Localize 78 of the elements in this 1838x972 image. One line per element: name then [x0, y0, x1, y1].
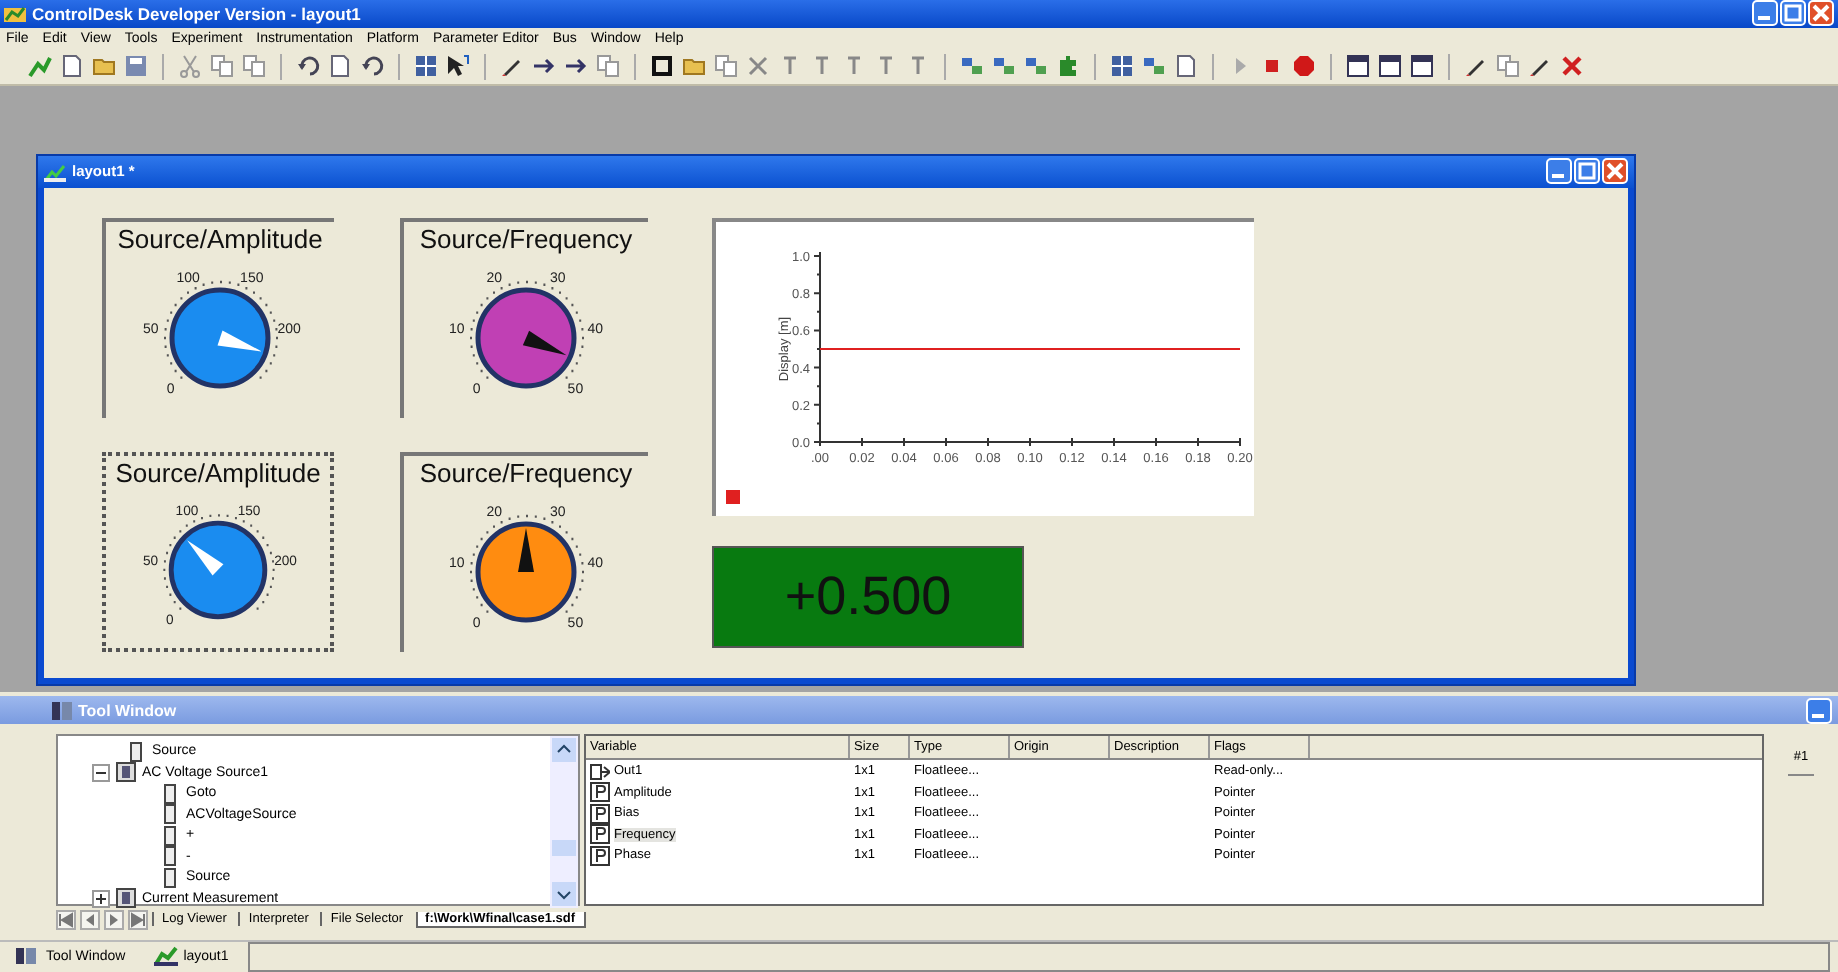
blocks-icon[interactable]	[992, 54, 1016, 79]
chart-icon[interactable]	[28, 54, 52, 79]
blocks-icon[interactable]	[1024, 54, 1048, 79]
chart-icon	[153, 946, 178, 967]
gauge-label: Source/Amplitude	[117, 221, 323, 254]
minimize-button[interactable]	[1752, 0, 1778, 27]
text-icon-drawing[interactable]	[874, 54, 898, 79]
tool-window-icon	[52, 701, 72, 720]
document-icon[interactable]	[60, 54, 84, 79]
block-icon	[116, 888, 136, 909]
pencil-icon[interactable]	[1528, 54, 1552, 79]
gauge-label: Source/Frequency	[419, 455, 633, 488]
minimize-button[interactable]	[1806, 697, 1832, 724]
needle	[522, 330, 567, 355]
expand-icon[interactable]	[92, 889, 110, 908]
arrow-icon[interactable]	[564, 54, 588, 79]
undo-icon[interactable]	[296, 54, 320, 79]
window-icon[interactable]	[1410, 54, 1434, 79]
blocks-icon[interactable]	[960, 54, 984, 79]
square-icon[interactable]	[650, 54, 674, 79]
folder-icon[interactable]	[92, 54, 116, 79]
window-title: ControlDesk Developer Version - layout1	[32, 3, 361, 24]
gauge-label: Source/Frequency	[419, 221, 633, 254]
needle	[217, 330, 262, 352]
parameter-icon	[590, 845, 610, 866]
pencil-icon[interactable]	[500, 54, 524, 79]
next-icon[interactable]	[104, 909, 124, 930]
parameter-icon	[590, 782, 610, 803]
layout-icon	[44, 161, 66, 182]
needle	[518, 527, 534, 572]
close-button[interactable]	[1602, 158, 1628, 185]
parameter-icon	[590, 824, 610, 845]
gauge-label: Source/Amplitude	[115, 455, 321, 488]
block-icon	[116, 762, 136, 783]
undo-icon[interactable]	[360, 54, 384, 79]
output-icon	[590, 761, 610, 782]
octagon-icon[interactable]	[1292, 54, 1316, 79]
block-icon	[160, 804, 180, 825]
parameter-icon	[590, 803, 610, 824]
block-icon	[126, 741, 146, 762]
skip-icon[interactable]	[128, 909, 148, 930]
cross-icon[interactable]	[746, 54, 770, 79]
skip-icon[interactable]	[56, 909, 76, 930]
text-icon-drawing[interactable]	[810, 54, 834, 79]
block-icon	[160, 846, 180, 867]
document-icon[interactable]	[1174, 54, 1198, 79]
copy-icon[interactable]	[210, 54, 234, 79]
maximize-button[interactable]	[1574, 158, 1600, 185]
text-icon-drawing[interactable]	[906, 54, 930, 79]
scissors-icon[interactable]	[178, 54, 202, 79]
tool-window-icon	[16, 946, 40, 967]
blocks-icon[interactable]	[1142, 54, 1166, 79]
window-icon[interactable]	[1346, 54, 1370, 79]
close-button[interactable]	[1808, 0, 1834, 27]
block-icon	[160, 783, 180, 804]
puzzle-icon[interactable]	[1056, 54, 1080, 79]
text-icon-drawing[interactable]	[842, 54, 866, 79]
close-icon[interactable]	[1560, 54, 1584, 79]
collapse-icon[interactable]	[92, 763, 110, 782]
window-title: Tool Window	[78, 701, 177, 720]
arrow-icon[interactable]	[532, 54, 556, 79]
maximize-button[interactable]	[1780, 0, 1806, 27]
scrollbar[interactable]	[550, 736, 578, 909]
minimize-button[interactable]	[1546, 158, 1572, 185]
numeric-display: +0.500	[712, 545, 1024, 648]
needle	[187, 539, 224, 576]
grid-icon[interactable]	[1110, 54, 1134, 79]
document-icon[interactable]	[328, 54, 352, 79]
block-icon	[160, 867, 180, 888]
block-icon	[160, 825, 180, 846]
grid-icon[interactable]	[414, 54, 438, 79]
text-icon-drawing[interactable]	[778, 54, 802, 79]
pencil-icon[interactable]	[1464, 54, 1488, 79]
app-icon	[4, 3, 26, 24]
copy-icon[interactable]	[714, 54, 738, 79]
previous-icon[interactable]	[80, 909, 100, 930]
window-icon[interactable]	[1378, 54, 1402, 79]
copy-icon[interactable]	[242, 54, 266, 79]
